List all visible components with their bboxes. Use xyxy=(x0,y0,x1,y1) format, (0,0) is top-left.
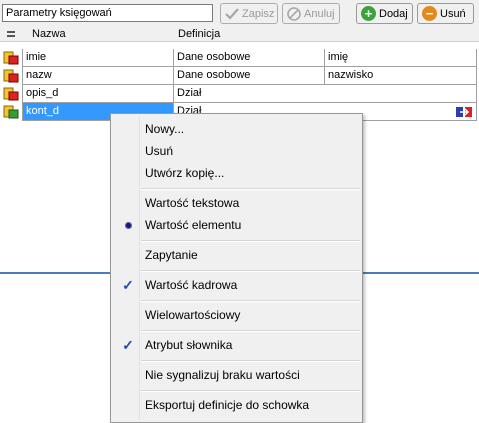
checkmark-icon: ✓ xyxy=(122,337,134,353)
menu-separator xyxy=(141,330,360,332)
menu-item-label: Usuń xyxy=(145,144,174,158)
menu-item-label: Zapytanie xyxy=(145,248,198,262)
name-cell[interactable]: opis_d xyxy=(22,85,174,103)
name-cell[interactable]: imie xyxy=(22,49,174,67)
cancel-button-label: Anuluj xyxy=(304,7,335,20)
definition-cell[interactable]: Dane osobowe xyxy=(174,67,325,85)
menu-item-label: Wartość kadrowa xyxy=(145,278,238,292)
column-header-name[interactable]: Nazwa xyxy=(22,28,174,42)
table-row[interactable]: imie Dane osobowe imię xyxy=(0,49,479,67)
menu-item-label: Nie sygnalizuj braku wartości xyxy=(145,368,300,382)
header-corner xyxy=(0,28,22,42)
table-row[interactable]: nazw Dane osobowe nazwisko xyxy=(0,67,479,85)
row-type-icon xyxy=(3,87,19,101)
menu-item-query[interactable]: Zapytanie xyxy=(113,244,360,266)
value-cell[interactable]: imię xyxy=(325,49,477,67)
toolbar: Parametry księgowań Zapisz Anuluj + Doda… xyxy=(0,0,479,28)
row-type-icon xyxy=(3,105,19,119)
save-button-label: Zapisz xyxy=(242,7,275,20)
menu-item-new[interactable]: Nowy... xyxy=(113,118,360,140)
header-sort-icon xyxy=(7,31,15,37)
table-row[interactable]: opis_d Dział xyxy=(0,85,479,103)
delete-button-label: Usuń xyxy=(440,7,466,20)
menu-item-export-definitions[interactable]: Eksportuj definicje do schowka xyxy=(113,394,360,416)
cancel-icon xyxy=(287,6,301,21)
name-cell[interactable]: nazw xyxy=(22,67,174,85)
menu-item-element-value[interactable]: Wartość elementu xyxy=(113,214,360,236)
menu-item-label: Eksportuj definicje do schowka xyxy=(145,398,310,412)
title-field[interactable]: Parametry księgowań xyxy=(2,4,213,22)
menu-item-label: Wartość tekstowa xyxy=(145,196,240,210)
delete-button[interactable]: − Usuń xyxy=(417,3,474,24)
menu-item-delete[interactable]: Usuń xyxy=(113,140,360,162)
checkmark-icon: ✓ xyxy=(122,277,134,293)
menu-item-label: Utwórz kopię... xyxy=(145,166,225,180)
menu-item-label: Nowy... xyxy=(145,122,185,136)
column-header-definition[interactable]: Definicja xyxy=(174,28,479,42)
context-menu: Nowy... Usuń Utwórz kopię... Wartość tek… xyxy=(110,113,363,423)
menu-item-no-missing-value-warning[interactable]: Nie sygnalizuj braku wartości xyxy=(113,364,360,386)
definition-cell[interactable]: Dane osobowe xyxy=(174,49,325,67)
menu-separator xyxy=(141,360,360,362)
definition-cell[interactable]: Dział xyxy=(174,85,477,103)
add-button[interactable]: + Dodaj xyxy=(356,3,413,24)
plus-icon: + xyxy=(361,6,376,21)
menu-item-label: Wielowartościowy xyxy=(145,308,241,322)
checkmark-icon xyxy=(225,7,239,20)
minus-icon: − xyxy=(422,6,437,21)
menu-separator xyxy=(141,240,360,242)
menu-separator xyxy=(141,390,360,392)
menu-item-multivalue[interactable]: Wielowartościowy xyxy=(113,304,360,326)
row-type-icon xyxy=(3,69,19,83)
cancel-button[interactable]: Anuluj xyxy=(282,3,340,24)
menu-item-hr-value[interactable]: ✓ Wartość kadrowa xyxy=(113,274,360,296)
value-cell[interactable]: nazwisko xyxy=(325,67,477,85)
menu-item-dictionary-attribute[interactable]: ✓ Atrybut słownika xyxy=(113,334,360,356)
row-type-icon xyxy=(3,51,19,65)
menu-item-label: Wartość elementu xyxy=(145,218,242,232)
menu-item-text-value[interactable]: Wartość tekstowa xyxy=(113,192,360,214)
menu-item-label: Atrybut słownika xyxy=(145,338,233,352)
save-button[interactable]: Zapisz xyxy=(220,3,278,24)
menu-separator xyxy=(141,270,360,272)
menu-item-copy[interactable]: Utwórz kopię... xyxy=(113,162,360,184)
menu-separator xyxy=(141,300,360,302)
lookup-icon[interactable] xyxy=(456,106,472,118)
menu-separator xyxy=(141,188,360,190)
add-button-label: Dodaj xyxy=(379,7,408,20)
radio-selected-icon xyxy=(113,214,143,236)
